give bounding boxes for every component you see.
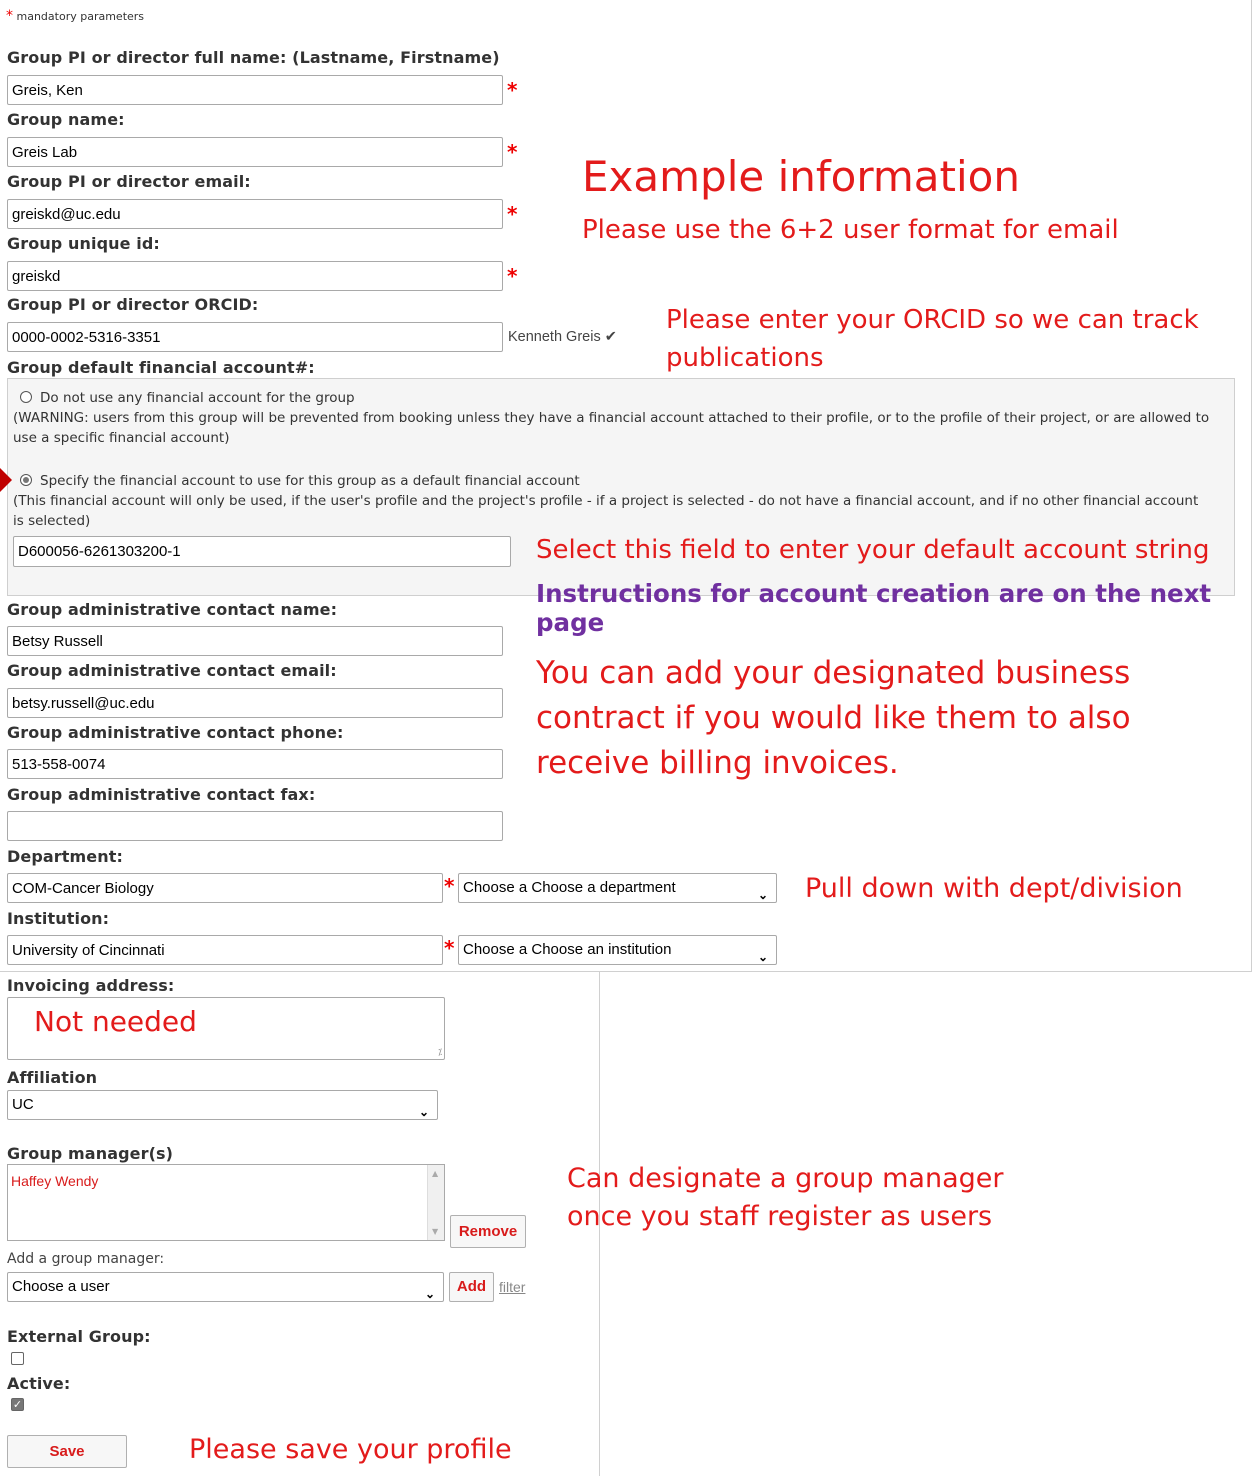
- invoicing-label: Invoicing address:: [7, 976, 175, 995]
- filter-link[interactable]: filter: [499, 1279, 525, 1295]
- required-star-icon: *: [507, 202, 518, 226]
- institution-label: Institution:: [7, 909, 110, 928]
- manager-annotation-line1: Can designate a group manager: [567, 1163, 1004, 1194]
- resize-handle-icon[interactable]: ⁒: [438, 1048, 442, 1058]
- department-select[interactable]: Choose a Choose a department ⌄: [458, 873, 777, 903]
- mandatory-note: * mandatory parameters: [6, 8, 145, 24]
- orcid-input[interactable]: [7, 322, 503, 352]
- add-manager-label: Add a group manager:: [7, 1251, 165, 1267]
- department-annotation: Pull down with dept/division: [805, 873, 1183, 904]
- required-star-icon: *: [444, 874, 455, 898]
- pi-email-input[interactable]: [7, 199, 503, 229]
- add-manager-select[interactable]: Choose a user ⌄: [7, 1272, 444, 1302]
- list-item[interactable]: Haffey Wendy: [11, 1173, 98, 1189]
- institution-select[interactable]: Choose a Choose an institution ⌄: [458, 935, 777, 965]
- scroll-down-icon[interactable]: ▼: [432, 1227, 438, 1236]
- save-annotation: Please save your profile: [189, 1434, 512, 1465]
- email-format-annotation: Please use the 6+2 user format for email: [582, 215, 1119, 245]
- chevron-down-icon: ⌄: [757, 950, 768, 964]
- scrollbar[interactable]: ▲ ▼: [427, 1165, 444, 1240]
- external-label: External Group:: [7, 1327, 151, 1346]
- required-star-icon: *: [507, 264, 518, 288]
- pi-email-label: Group PI or director email:: [7, 172, 251, 191]
- orcid-annotation-line1: Please enter your ORCID so we can track: [666, 305, 1199, 335]
- account-instructions-annotation: Instructions for account creation are on…: [536, 579, 1212, 637]
- business-annotation-line2: contract if you would like them to also: [536, 700, 1131, 736]
- radio-selected-icon[interactable]: [20, 474, 32, 486]
- pointer-marker-icon: [0, 468, 12, 492]
- institution-input[interactable]: [7, 935, 443, 965]
- remove-manager-button[interactable]: Remove: [450, 1215, 526, 1248]
- radio-button-icon[interactable]: [20, 391, 32, 403]
- external-checkbox[interactable]: [11, 1352, 24, 1365]
- admin-phone-input[interactable]: [7, 749, 503, 779]
- affiliation-label: Affiliation: [7, 1068, 98, 1087]
- managers-list[interactable]: Haffey Wendy ▲ ▼: [7, 1164, 445, 1241]
- department-label: Department:: [7, 847, 123, 866]
- active-checkbox[interactable]: ✓: [11, 1398, 24, 1411]
- group-name-input[interactable]: [7, 137, 503, 167]
- account-annotation: Select this field to enter your default …: [536, 535, 1210, 565]
- financial-option-none-note: (WARNING: users from this group will be …: [13, 410, 1210, 446]
- orcid-verified: Kenneth Greis ✔: [508, 329, 617, 345]
- admin-fax-label: Group administrative contact fax:: [7, 785, 316, 804]
- group-name-label: Group name:: [7, 110, 125, 129]
- orcid-label: Group PI or director ORCID:: [7, 295, 259, 314]
- scroll-up-icon[interactable]: ▲: [432, 1169, 438, 1178]
- business-annotation-line3: receive billing invoices.: [536, 745, 899, 781]
- pi-name-input[interactable]: [7, 75, 503, 105]
- example-title-annotation: Example information: [582, 152, 1020, 201]
- financial-option-none[interactable]: Do not use any financial account for the…: [20, 388, 355, 408]
- admin-phone-label: Group administrative contact phone:: [7, 723, 344, 742]
- admin-fax-input[interactable]: [7, 811, 503, 841]
- orcid-annotation-line2: publications: [666, 343, 824, 373]
- active-label: Active:: [7, 1374, 71, 1393]
- affiliation-select[interactable]: UC ⌄: [7, 1090, 438, 1120]
- pi-name-label: Group PI or director full name: (Lastnam…: [7, 48, 500, 67]
- financial-option-specify[interactable]: Specify the financial account to use for…: [20, 471, 580, 491]
- admin-name-input[interactable]: [7, 626, 503, 656]
- admin-email-input[interactable]: [7, 688, 503, 718]
- chevron-down-icon: ⌄: [424, 1287, 435, 1301]
- chevron-down-icon: ⌄: [418, 1105, 429, 1119]
- check-icon: ✔: [604, 329, 617, 345]
- required-star-icon: *: [444, 936, 455, 960]
- unique-id-input[interactable]: [7, 261, 503, 291]
- required-star-icon: *: [507, 78, 518, 102]
- unique-id-label: Group unique id:: [7, 234, 160, 253]
- department-input[interactable]: [7, 873, 443, 903]
- admin-email-label: Group administrative contact email:: [7, 661, 337, 680]
- financial-account-input[interactable]: [13, 536, 511, 567]
- managers-label: Group manager(s): [7, 1144, 174, 1163]
- add-manager-button[interactable]: Add: [449, 1272, 494, 1302]
- chevron-down-icon: ⌄: [757, 888, 768, 902]
- business-annotation-line1: You can add your designated business: [536, 655, 1131, 691]
- required-star-icon: *: [507, 140, 518, 164]
- manager-annotation-line2: once you staff register as users: [567, 1201, 993, 1232]
- financial-label: Group default financial account#:: [7, 358, 315, 377]
- invoicing-annotation: Not needed: [34, 1005, 197, 1038]
- save-button[interactable]: Save: [7, 1435, 127, 1468]
- required-star-icon: *: [6, 8, 13, 24]
- admin-name-label: Group administrative contact name:: [7, 600, 338, 619]
- financial-option-specify-note: (This financial account will only be use…: [13, 493, 1199, 529]
